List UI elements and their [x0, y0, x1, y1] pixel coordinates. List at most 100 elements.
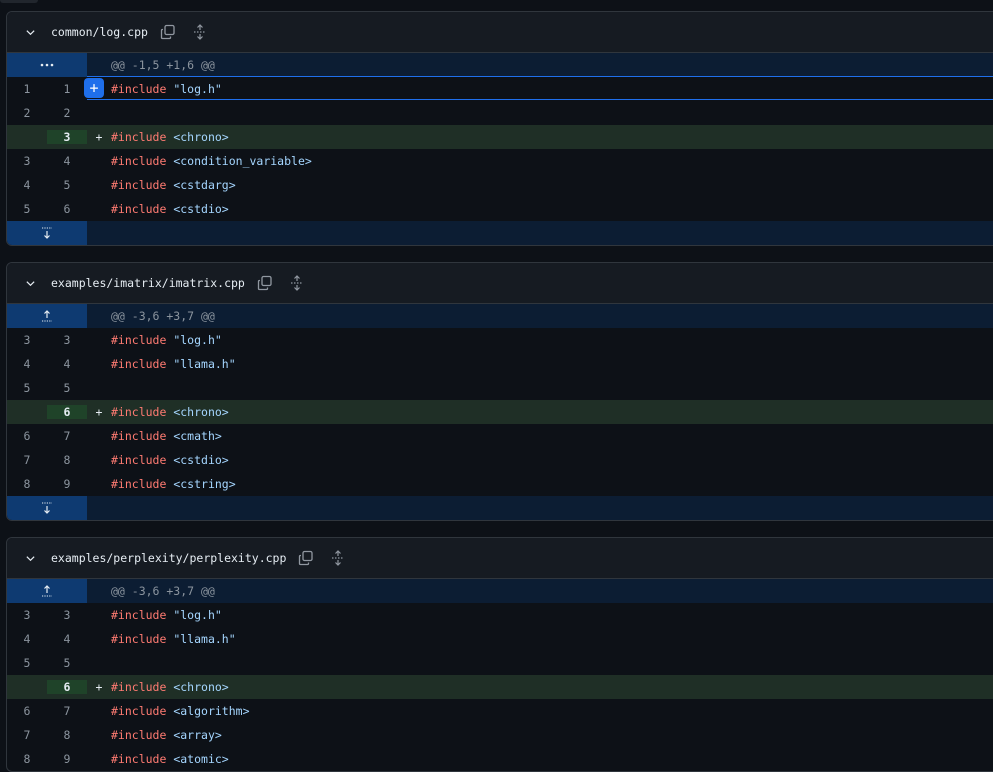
code-content: #include <cstdio> — [111, 202, 993, 216]
diff-line[interactable]: 55 — [7, 376, 993, 400]
diff-line[interactable]: 1 1 #include "log.h" + — [7, 76, 993, 101]
preprocessor-keyword: #include — [111, 202, 167, 216]
expand-all-icon[interactable] — [329, 549, 347, 567]
old-line-number[interactable]: 4 — [7, 632, 47, 646]
diff-sign: + — [95, 680, 103, 694]
new-line-number[interactable]: 3 — [47, 608, 87, 622]
collapse-chevron-icon[interactable] — [24, 552, 36, 564]
hunk-range: @@ -3,6 +3,7 @@ — [111, 309, 215, 323]
diff-line[interactable]: 7 8 #include <cstdio> — [7, 448, 993, 472]
old-line-number[interactable]: 5 — [7, 202, 47, 216]
include-target: <cstdarg> — [173, 178, 236, 192]
copy-path-icon[interactable] — [297, 549, 315, 567]
copy-path-icon[interactable] — [256, 274, 274, 292]
code-content: #include "log.h" — [111, 82, 993, 96]
diff-line[interactable]: 3 4 #include <condition_variable> — [7, 149, 993, 173]
hunk-header: @@ -3,6 +3,7 @@ — [7, 304, 993, 328]
expand-down-icon[interactable] — [7, 496, 87, 520]
collapse-chevron-icon[interactable] — [24, 26, 36, 38]
expand-down-row — [7, 496, 993, 520]
diff-line[interactable]: 55 — [7, 651, 993, 675]
new-line-number[interactable]: 5 — [47, 381, 87, 395]
diff-line[interactable]: 3 3 #include "log.h" — [7, 603, 993, 627]
new-line-number[interactable]: 7 — [47, 704, 87, 718]
copy-path-icon[interactable] — [159, 23, 177, 41]
preprocessor-keyword: #include — [111, 632, 167, 646]
new-line-number[interactable]: 7 — [47, 429, 87, 443]
diff-line[interactable]: 22 — [7, 101, 993, 125]
expand-down-icon[interactable] — [7, 221, 87, 245]
include-target: <cstdio> — [173, 453, 229, 467]
diff-line[interactable]: 6 7 #include <cmath> — [7, 424, 993, 448]
new-line-number[interactable]: 4 — [47, 632, 87, 646]
code-content: #include <array> — [111, 728, 993, 742]
new-line-number[interactable]: 3 — [47, 130, 87, 144]
file-name[interactable]: common/log.cpp — [51, 25, 148, 39]
diff-line-added[interactable]: 3 + #include <chrono> — [7, 125, 993, 149]
old-line-number[interactable]: 6 — [7, 429, 47, 443]
diff-sign: + — [95, 405, 103, 419]
new-line-number[interactable]: 2 — [47, 106, 87, 120]
old-line-number[interactable]: 8 — [7, 752, 47, 766]
diff-line[interactable]: 7 8 #include <array> — [7, 723, 993, 747]
diff-line[interactable]: 8 9 #include <cstring> — [7, 472, 993, 496]
file-name[interactable]: examples/imatrix/imatrix.cpp — [51, 276, 245, 290]
diff-lines: 1 1 #include "log.h" +2 2 3 + #include <chrono>… — [7, 76, 993, 221]
old-line-number[interactable]: 4 — [7, 178, 47, 192]
old-line-number[interactable]: 8 — [7, 477, 47, 491]
new-line-number[interactable]: 6 — [47, 680, 87, 694]
new-line-number[interactable]: 8 — [47, 728, 87, 742]
diff-line[interactable]: 8 9 #include <atomic> — [7, 747, 993, 771]
code-content: #include <cstring> — [111, 477, 993, 491]
old-line-number[interactable]: 7 — [7, 728, 47, 742]
expand-all-icon[interactable] — [191, 23, 209, 41]
new-line-number[interactable]: 9 — [47, 752, 87, 766]
new-line-number[interactable]: 6 — [47, 202, 87, 216]
new-line-number[interactable]: 5 — [47, 656, 87, 670]
file-header: examples/imatrix/imatrix.cpp — [7, 263, 993, 304]
new-line-number[interactable]: 8 — [47, 453, 87, 467]
diff-line[interactable]: 5 6 #include <cstdio> — [7, 197, 993, 221]
new-line-number[interactable]: 3 — [47, 333, 87, 347]
ellipsis-icon[interactable] — [7, 53, 87, 77]
old-line-number[interactable]: 4 — [7, 357, 47, 371]
diff-line[interactable]: 4 4 #include "llama.h" — [7, 627, 993, 651]
diff-file-log-cpp: common/log.cpp @@ -1,5 +1,6 @@ 1 1 #includ… — [6, 11, 993, 246]
old-line-number[interactable]: 3 — [7, 608, 47, 622]
collapse-chevron-icon[interactable] — [24, 277, 36, 289]
diff-file-perplexity-cpp: examples/perplexity/perplexity.cpp @@ -3… — [6, 537, 993, 772]
diff-line-added[interactable]: 6 + #include <chrono> — [7, 675, 993, 699]
diff-line[interactable]: 4 4 #include "llama.h" — [7, 352, 993, 376]
old-line-number[interactable]: 7 — [7, 453, 47, 467]
code-content: #include <atomic> — [111, 752, 993, 766]
diff-line[interactable]: 6 7 #include <algorithm> — [7, 699, 993, 723]
old-line-number[interactable]: 5 — [7, 381, 47, 395]
include-target: <algorithm> — [173, 704, 250, 718]
old-line-number[interactable]: 5 — [7, 656, 47, 670]
new-line-number[interactable]: 9 — [47, 477, 87, 491]
diff-line[interactable]: 3 3 #include "log.h" — [7, 328, 993, 352]
expand-up-icon[interactable] — [7, 304, 87, 328]
expand-down-row — [7, 221, 993, 245]
add-comment-button[interactable]: + — [84, 78, 104, 98]
old-line-number[interactable]: 3 — [7, 154, 47, 168]
old-line-number[interactable]: 6 — [7, 704, 47, 718]
diff-line[interactable]: 4 5 #include <cstdarg> — [7, 173, 993, 197]
new-line-number[interactable]: 6 — [47, 405, 87, 419]
new-line-number[interactable]: 4 — [47, 357, 87, 371]
diff-line-added[interactable]: 6 + #include <chrono> — [7, 400, 993, 424]
code-content: #include <algorithm> — [111, 704, 993, 718]
expand-all-icon[interactable] — [288, 274, 306, 292]
new-line-number[interactable]: 5 — [47, 178, 87, 192]
hunk-range: @@ -1,5 +1,6 @@ — [111, 58, 215, 72]
file-name[interactable]: examples/perplexity/perplexity.cpp — [51, 551, 286, 565]
new-line-number[interactable]: 4 — [47, 154, 87, 168]
old-line-number[interactable]: 1 — [7, 82, 47, 96]
include-target: <chrono> — [173, 405, 229, 419]
preprocessor-keyword: #include — [111, 333, 167, 347]
old-line-number[interactable]: 2 — [7, 106, 47, 120]
preprocessor-keyword: #include — [111, 154, 167, 168]
expand-up-icon[interactable] — [7, 579, 87, 603]
old-line-number[interactable]: 3 — [7, 333, 47, 347]
new-line-number[interactable]: 1 — [47, 82, 87, 96]
